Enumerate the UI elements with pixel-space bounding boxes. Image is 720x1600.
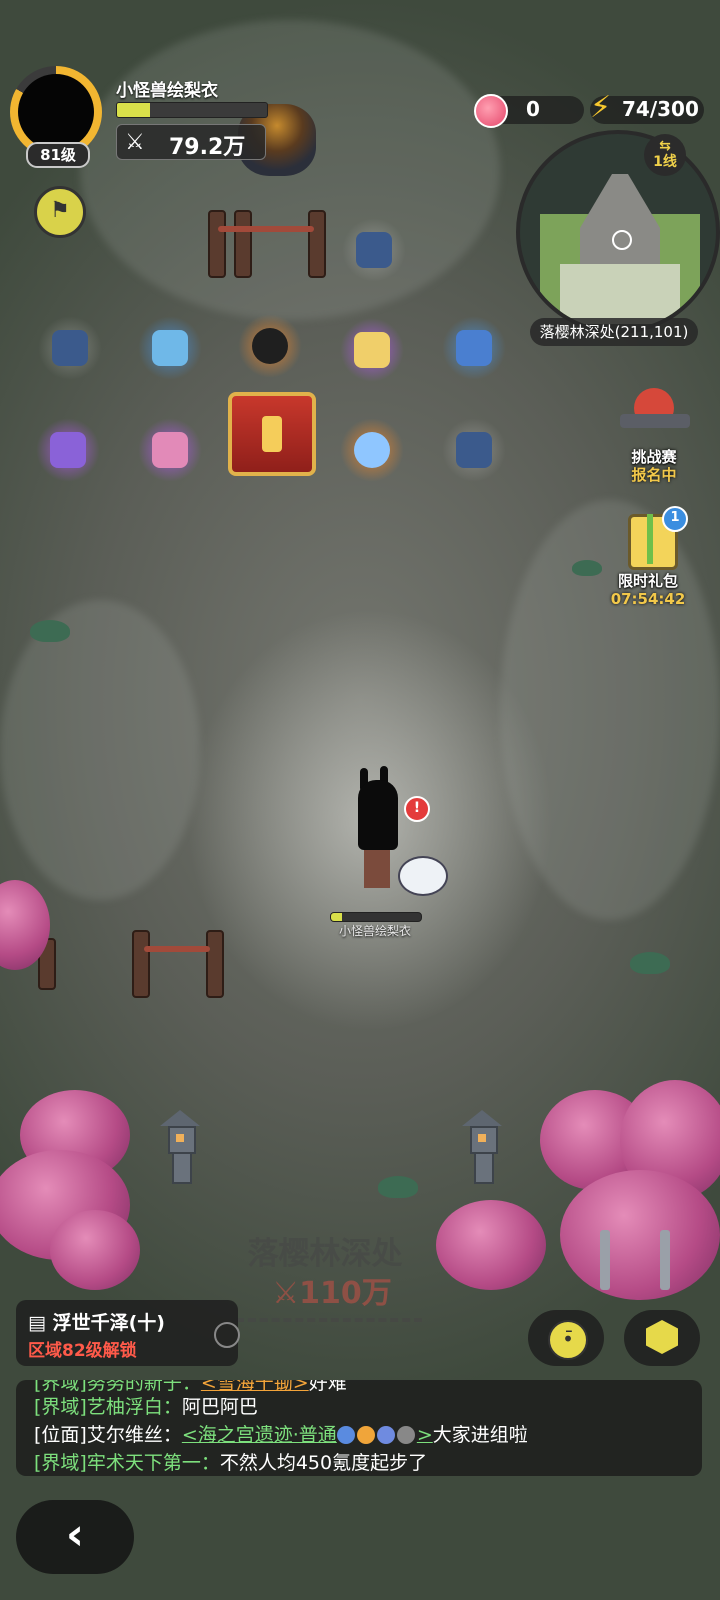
crystal-loot[interactable]: [340, 418, 404, 482]
gift-label: 限时礼包: [617, 572, 678, 590]
amulet-loot[interactable]: [238, 314, 302, 378]
treasure-chest[interactable]: [228, 392, 316, 476]
challenge-label: 挑战赛: [631, 448, 677, 466]
chat-message: [界域]艺柚浮白：阿巴阿巴: [34, 1396, 258, 1418]
paw-pouch-loot[interactable]: [138, 316, 202, 380]
dungeon-element-icons: [336, 1425, 417, 1447]
character-hp-fill: [331, 913, 342, 921]
zone-power-value: 110万: [299, 1276, 392, 1311]
player-hp-fill: [117, 103, 150, 117]
lightning-icon: ⚡: [590, 90, 612, 125]
bush: [30, 620, 70, 642]
bush: [572, 560, 602, 576]
pink-paw-pouch-loot[interactable]: [138, 418, 202, 482]
emote-button[interactable]: •̄: [528, 1310, 604, 1366]
channel-label: 1线: [653, 154, 677, 170]
zone-power: ⚔110万: [262, 1268, 402, 1312]
channel-switch-button[interactable]: ⇆ 1线: [644, 134, 686, 176]
player-hp-bar: [116, 102, 268, 118]
bush: [378, 1176, 418, 1198]
quest-title-text: 浮世千泽(十): [52, 1312, 165, 1334]
crossed-swords-icon: ⚔: [125, 130, 145, 155]
challenge-status: 报名中: [631, 466, 677, 484]
fence-post: [234, 210, 252, 278]
chat-panel[interactable]: [界域]努努的新子：<雪海千锄>好难 [界域]艺柚浮白：阿巴阿巴 [位面]艾尔维…: [16, 1380, 702, 1476]
dungeon-link[interactable]: <海之宫遗迹·普通 >: [182, 1424, 433, 1446]
minimap[interactable]: [516, 130, 720, 334]
back-button[interactable]: ‹: [16, 1500, 134, 1574]
bush: [630, 952, 670, 974]
player-position-marker: [612, 230, 632, 250]
energy-value: 74/300: [622, 97, 699, 121]
avatar[interactable]: [18, 74, 94, 150]
chevron-left-icon: ‹: [65, 1509, 85, 1560]
chat-message: [位面]艾尔维丝：<海之宫遗迹·普通 >大家进组啦: [34, 1424, 528, 1446]
flag-icon: ⚑: [50, 198, 70, 223]
zone-divider: [236, 1318, 422, 1322]
challenge-event-button[interactable]: 挑战赛 报名中: [606, 384, 702, 484]
fence-post: [206, 930, 224, 998]
inventory-button[interactable]: [624, 1310, 700, 1366]
document-icon: ▤: [28, 1312, 53, 1334]
limited-gift-button[interactable]: 1 限时礼包 07:54:42: [600, 506, 696, 608]
flag-button[interactable]: ⚑: [34, 186, 86, 238]
energy-counter[interactable]: ⚡ 74/300: [590, 90, 704, 125]
gold-ingot-loot[interactable]: [340, 318, 404, 382]
peach-value: 0: [526, 97, 540, 121]
tree-trunk: [660, 1230, 670, 1290]
character-name: 小怪兽绘梨衣: [338, 924, 411, 938]
zone-name: 落樱林深处: [247, 1236, 403, 1272]
gift-badge: 1: [662, 506, 688, 532]
ore-sack-loot[interactable]: [38, 316, 102, 380]
fence-rope: [218, 226, 314, 232]
peach-counter[interactable]: 0: [474, 94, 584, 128]
fence-post: [308, 210, 326, 278]
character-hp-bar: [330, 912, 422, 922]
quest-title: ▤ 浮世千泽(十): [28, 1308, 165, 1335]
stone-lantern: [462, 1110, 502, 1184]
fence-post: [208, 210, 226, 278]
gift-timer: 07:54:42: [610, 590, 686, 608]
player-name: 小怪兽绘梨衣: [116, 81, 218, 101]
tree-trunk: [600, 1230, 610, 1290]
cherry-tree: [560, 1170, 720, 1300]
ore-sack-loot[interactable]: [442, 418, 506, 482]
neutral-face-icon: •̄: [548, 1320, 588, 1360]
peach-icon: [474, 94, 508, 128]
chat-message: [界域]牢术天下第一：不然人均450氪度起步了: [34, 1452, 428, 1474]
purple-card-loot[interactable]: [36, 418, 100, 482]
cherry-tree: [436, 1200, 546, 1290]
ore-sack-loot[interactable]: [342, 218, 406, 282]
challenge-character-icon: [614, 384, 694, 448]
locate-icon[interactable]: [214, 1322, 240, 1348]
crossed-swords-icon: ⚔: [272, 1276, 300, 1311]
power-value: 79.2万: [169, 135, 246, 160]
location-label: 落樱林深处(211,101): [530, 318, 698, 346]
alert-icon[interactable]: !: [404, 796, 430, 822]
fog-cloud: [0, 600, 200, 900]
power-display: ⚔ 79.2万: [116, 124, 266, 160]
cube-icon: [646, 1320, 678, 1354]
stone-lantern: [160, 1110, 200, 1184]
quest-unlock-hint: 区域82级解锁: [28, 1341, 137, 1361]
quest-panel[interactable]: ▤ 浮世千泽(十) 区域82级解锁: [16, 1300, 240, 1366]
cherry-tree: [50, 1210, 140, 1290]
fence-rope: [144, 946, 210, 952]
fence-post: [132, 930, 150, 998]
blue-card-loot[interactable]: [442, 316, 506, 380]
swap-arrows-icon: ⇆: [659, 138, 671, 154]
player-level: 81级: [26, 142, 90, 168]
knight-helmet-pet[interactable]: [398, 856, 448, 896]
